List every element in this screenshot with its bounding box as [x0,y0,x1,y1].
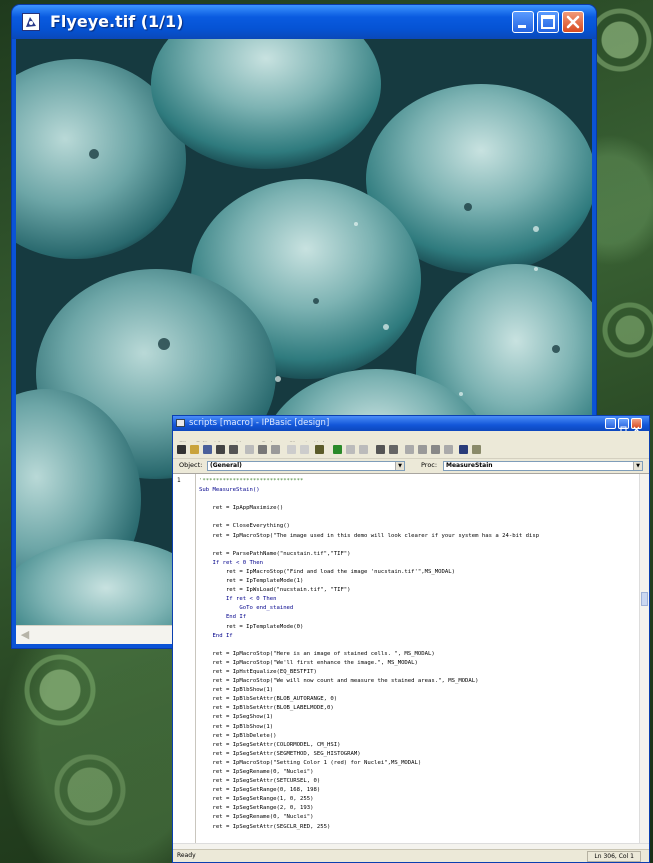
toolbar-watch-icon[interactable] [389,445,398,454]
toolbar-dialog-icon[interactable] [459,445,468,454]
code-line[interactable]: ret = IpSegSetAttr(SEGMETHOD, SEG_HISTOG… [199,750,637,759]
toolbar-new-icon[interactable] [177,445,186,454]
toolbar-find-icon[interactable] [229,445,238,454]
code-line[interactable]: ret = IpSegSetAttr(SETCURSEL, 0) [199,777,637,786]
code-text[interactable]: '****************************** Sub Measu… [199,477,637,843]
code-line[interactable]: ret = IpSegSetRange(2, 0, 193) [199,804,637,813]
code-line[interactable]: ret = CloseEverything() [199,522,637,531]
ipbasic-close-button[interactable] [631,418,642,433]
code-line[interactable]: ret = IpWsLoad("nucstain.tif", "TIF") [199,586,637,595]
chevron-down-icon[interactable]: ▼ [633,462,642,470]
editor-vertical-scrollbar[interactable] [639,474,649,844]
code-line[interactable]: ret = IpMacroStop("Find and load the ima… [199,568,637,577]
ipbasic-toolbar [173,442,649,459]
toolbar-save-icon[interactable] [203,445,212,454]
toolbar-step-out-icon[interactable] [431,445,440,454]
toolbar-callstack-icon[interactable] [444,445,453,454]
maximize-icon [541,15,555,29]
code-line[interactable]: '****************************** [199,477,637,486]
code-line[interactable]: ret = IpBlbSetAttr(BLOB_AUTORANGE, 0) [199,695,637,704]
scroll-thumb[interactable] [641,592,648,606]
code-line[interactable]: ret = IpMacroStop("The image used in thi… [199,532,637,541]
code-line[interactable] [199,541,637,550]
proc-select[interactable]: MeasureStain ▼ [443,461,643,471]
ipbasic-maximize-button[interactable] [618,418,629,433]
code-line[interactable]: If ret < 0 Then [199,559,637,568]
ipbasic-app-icon[interactable] [176,419,185,427]
code-line[interactable]: ret = IpMacroStop("We will now count and… [199,677,637,686]
scroll-left-icon[interactable]: ◀ [18,628,32,641]
code-line[interactable]: ret = IpSegShow(1) [199,713,637,722]
toolbar-step-into-icon[interactable] [405,445,414,454]
toolbar-stop-icon[interactable] [359,445,368,454]
line-number: 1 [177,477,181,484]
chevron-down-icon[interactable]: ▼ [395,462,404,470]
code-line[interactable]: ret = IpSegSetRange(0, 168, 198) [199,786,637,795]
toolbar-pause-icon[interactable] [346,445,355,454]
status-bar: Ready Ln 306, Col 1 [173,849,649,862]
code-line[interactable]: ret = IpTemplateMode(0) [199,623,637,632]
toolbar-print-icon[interactable] [216,445,225,454]
code-line[interactable]: End If [199,613,637,622]
ipbasic-window: scripts [macro] - IPBasic [design] FileE… [172,415,650,863]
code-line[interactable]: ret = IpSegRename(0, "Nuclei") [199,768,637,777]
code-line[interactable]: ret = IpSegSetAttr(COLORMODEL, CM_HSI) [199,741,637,750]
code-line[interactable]: ret = IpBlbDelete() [199,732,637,741]
code-line[interactable]: End If [199,632,637,641]
toolbar-run-icon[interactable] [333,445,342,454]
toolbar-cut-icon[interactable] [245,445,254,454]
ipbasic-window-title: scripts [macro] - IPBasic [design] [189,418,330,428]
object-proc-bar: Object: (General) ▼ Proc: MeasureStain ▼ [173,459,649,474]
maximize-button[interactable] [537,11,559,33]
ipbasic-minimize-button[interactable] [605,418,616,433]
code-line[interactable]: ret = IpTemplateMode(1) [199,577,637,586]
minimize-button[interactable] [512,11,534,33]
close-button[interactable] [562,11,584,33]
image-app-icon[interactable] [22,13,40,31]
toolbar-open-icon[interactable] [190,445,199,454]
object-select-value: (General) [210,462,242,469]
status-cursor-position: Ln 306, Col 1 [587,851,641,862]
image-window-title: Flyeye.tif (1/1) [50,12,184,31]
toolbar-macro-icon[interactable] [315,445,324,454]
toolbar-copy-icon[interactable] [258,445,267,454]
code-line[interactable]: ret = IpBlbShow(1) [199,686,637,695]
close-icon [566,15,580,29]
toolbar-redo-icon[interactable] [300,445,309,454]
code-line[interactable]: Sub MeasureStain() [199,486,637,495]
code-line[interactable] [199,641,637,650]
code-line[interactable]: If ret < 0 Then [199,595,637,604]
editor-gutter: 1 [173,474,196,853]
toolbar-paste-icon[interactable] [271,445,280,454]
proc-label: Proc: [421,461,438,469]
code-line[interactable]: ret = IpMacroStop("We'll first enhance t… [199,659,637,668]
toolbar-references-icon[interactable] [472,445,481,454]
object-label: Object: [179,461,203,469]
code-line[interactable]: GoTo end_stained [199,604,637,613]
minimize-icon [518,25,526,28]
code-line[interactable]: ret = IpHstEqualize(EQ_BESTFIT) [199,668,637,677]
code-line[interactable] [199,495,637,504]
code-line[interactable]: ret = IpAppMaximize() [199,504,637,513]
toolbar-step-over-icon[interactable] [418,445,427,454]
toolbar-undo-icon[interactable] [287,445,296,454]
ipbasic-menubar: FileEditViewMacroDebugSheetHelp [173,431,649,448]
code-editor[interactable]: 1 '****************************** Sub Mea… [173,473,649,853]
code-line[interactable]: ret = IpMacroStop("Setting Color 1 (red)… [199,759,637,768]
code-line[interactable]: ret = IpBlbSetAttr(BLOB_LABELMODE,0) [199,704,637,713]
code-line[interactable]: ret = IpSegSetAttr(SEGCLR_RED, 255) [199,823,637,832]
ipbasic-titlebar[interactable]: scripts [macro] - IPBasic [design] [173,416,649,433]
toolbar-breakpoint-icon[interactable] [376,445,385,454]
code-line[interactable]: ret = IpBlbShow(1) [199,723,637,732]
code-line[interactable]: ret = ParsePathName("nucstain.tif","TIF"… [199,550,637,559]
object-select[interactable]: (General) ▼ [207,461,405,471]
code-line[interactable]: ret = IpSegSetRange(1, 0, 255) [199,795,637,804]
code-line[interactable]: ret = IpSegRename(0, "Nuclei") [199,813,637,822]
image-window-titlebar[interactable]: Flyeye.tif (1/1) [12,5,596,39]
proc-select-value: MeasureStain [446,462,493,469]
code-line[interactable]: ret = IpMacroStop("Here is an image of s… [199,650,637,659]
code-line[interactable] [199,513,637,522]
status-ready: Ready [177,852,196,859]
